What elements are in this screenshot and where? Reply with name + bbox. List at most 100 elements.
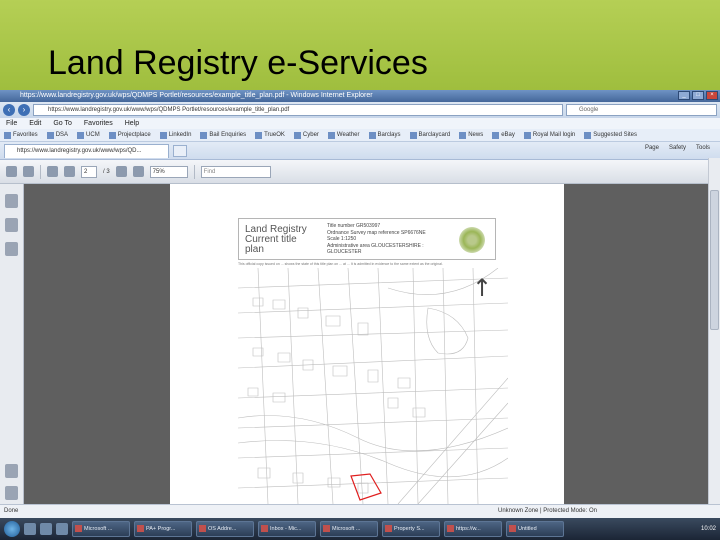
- window-titlebar: https://www.landregistry.gov.uk/wps/QDMP…: [0, 90, 720, 102]
- link-icon: [523, 131, 531, 139]
- title-plan-map: [238, 268, 508, 504]
- taskbar-item[interactable]: Property S...: [382, 521, 440, 537]
- new-tab-button[interactable]: [173, 144, 187, 157]
- safety-menu[interactable]: Safety: [669, 145, 686, 151]
- taskbar-item[interactable]: PA+ Progr...: [134, 521, 192, 537]
- back-icon[interactable]: ‹: [3, 104, 15, 116]
- link-icon: [108, 131, 116, 139]
- title-plan-info: Title number GR503997 Ordnance Survey ma…: [327, 223, 426, 255]
- minimize-button[interactable]: _: [678, 91, 690, 100]
- windows-taskbar: Microsoft ... PA+ Progr... OS Addre... I…: [0, 518, 720, 540]
- star-icon: [4, 131, 11, 139]
- system-clock: 10:02: [700, 526, 716, 532]
- vertical-scrollbar[interactable]: [708, 158, 720, 504]
- page-down-icon[interactable]: [64, 166, 75, 177]
- save-icon[interactable]: [23, 166, 34, 177]
- link-icon: [584, 131, 592, 139]
- taskbar-item[interactable]: OS Addre...: [196, 521, 254, 537]
- status-bar: Done Unknown Zone | Protected Mode: On: [0, 504, 720, 518]
- ie-icon[interactable]: [40, 523, 52, 535]
- link-icon: [77, 131, 85, 139]
- maximize-button[interactable]: □: [692, 91, 704, 100]
- tools-menu[interactable]: Tools: [696, 145, 710, 151]
- menu-bar: File Edit Go To Favorites Help: [0, 118, 720, 129]
- tab-row: https://www.landregistry.gov.uk/www/wps/…: [0, 142, 720, 160]
- link-icon: [368, 131, 376, 139]
- land-registry-logo: [457, 225, 487, 255]
- favorite-link[interactable]: DSA: [46, 129, 68, 141]
- favorite-link[interactable]: Bail Enquiries: [200, 129, 246, 141]
- favorite-link[interactable]: UCM: [77, 129, 100, 141]
- page-number-input[interactable]: 2: [81, 165, 97, 178]
- tab-active[interactable]: https://www.landregistry.gov.uk/www/wps/…: [4, 143, 169, 158]
- menu-favorites[interactable]: Favorites: [84, 118, 113, 129]
- favorite-link[interactable]: Cyber: [293, 129, 319, 141]
- pages-icon[interactable]: [5, 194, 18, 208]
- show-desktop-icon[interactable]: [24, 523, 36, 535]
- title-boundary: [350, 473, 382, 501]
- paperclip-icon[interactable]: [5, 486, 18, 500]
- slide-header: Land Registry e-Services: [0, 0, 720, 90]
- favorite-link[interactable]: Weather: [327, 129, 360, 141]
- title-plan-header: Land Registry Current title plan Title n…: [238, 218, 496, 260]
- menu-edit[interactable]: Edit: [29, 118, 41, 129]
- menu-file[interactable]: File: [6, 118, 17, 129]
- scroll-thumb[interactable]: [710, 190, 719, 330]
- favorite-link[interactable]: Favorites: [4, 129, 38, 141]
- slide-title: Land Registry e-Services: [48, 44, 428, 82]
- browser-window: https://www.landregistry.gov.uk/wps/QDMP…: [0, 90, 720, 540]
- security-zone: Unknown Zone | Protected Mode: On: [498, 508, 597, 514]
- bookmarks-icon[interactable]: [5, 218, 18, 232]
- pdf-toolbar: 2 / 3 75% Find: [0, 160, 720, 184]
- taskbar-item[interactable]: Microsoft ...: [320, 521, 378, 537]
- link-icon: [327, 131, 335, 139]
- print-icon[interactable]: [6, 166, 17, 177]
- taskbar-item[interactable]: Microsoft ...: [72, 521, 130, 537]
- start-button[interactable]: [4, 521, 20, 537]
- link-icon: [459, 131, 467, 139]
- zoom-select[interactable]: 75%: [149, 165, 188, 178]
- taskbar-item[interactable]: Inbox - Mic...: [258, 521, 316, 537]
- taskbar-item[interactable]: https://w...: [444, 521, 502, 537]
- command-bar: Page Safety Tools: [645, 145, 710, 151]
- favorite-link[interactable]: eBay: [492, 129, 515, 141]
- link-icon: [255, 131, 263, 139]
- favorite-link[interactable]: TrueOK: [255, 129, 285, 141]
- north-arrow-icon: ↑: [472, 274, 493, 302]
- close-button[interactable]: ×: [706, 91, 718, 100]
- favorite-link[interactable]: Suggested Sites: [584, 129, 637, 141]
- favorite-link[interactable]: Royal Mail login: [523, 129, 575, 141]
- status-text: Done: [4, 508, 19, 514]
- favorite-link[interactable]: Projectplace: [108, 129, 151, 141]
- taskbar-item[interactable]: Untitled: [506, 521, 564, 537]
- page-up-icon[interactable]: [47, 166, 58, 177]
- window-title: https://www.landregistry.gov.uk/wps/QDMP…: [20, 92, 373, 99]
- link-icon: [293, 131, 301, 139]
- favorite-link[interactable]: LinkedIn: [159, 129, 191, 141]
- attachments-icon[interactable]: [5, 242, 18, 256]
- page-menu[interactable]: Page: [645, 145, 659, 151]
- favorite-link[interactable]: News: [459, 129, 483, 141]
- menu-help[interactable]: Help: [125, 118, 139, 129]
- title-plan-heading: Land Registry Current title plan: [245, 224, 307, 255]
- page-total: / 3: [103, 168, 110, 175]
- link-icon: [409, 131, 417, 139]
- title-plan-footnote: This official copy issued on ... shows t…: [238, 262, 443, 266]
- zoom-in-icon[interactable]: [132, 166, 144, 177]
- address-bar: ‹ › https://www.landregistry.gov.uk/www/…: [0, 102, 720, 118]
- forward-icon[interactable]: ›: [18, 104, 30, 116]
- menu-goto[interactable]: Go To: [53, 118, 72, 129]
- pdf-viewer: Land Registry Current title plan Title n…: [0, 158, 720, 504]
- pdf-sidebar: [0, 184, 24, 504]
- link-icon: [159, 131, 167, 139]
- comments-icon[interactable]: [5, 464, 18, 478]
- zoom-out-icon[interactable]: [115, 166, 127, 177]
- find-input[interactable]: Find: [200, 165, 271, 178]
- explorer-icon[interactable]: [56, 523, 68, 535]
- link-icon: [46, 131, 54, 139]
- search-input[interactable]: Google: [566, 104, 717, 116]
- link-icon: [492, 131, 500, 139]
- address-input[interactable]: https://www.landregistry.gov.uk/www/wps/…: [33, 104, 563, 116]
- favorite-link[interactable]: Barclays: [368, 129, 401, 141]
- favorite-link[interactable]: Barclaycard: [409, 129, 450, 141]
